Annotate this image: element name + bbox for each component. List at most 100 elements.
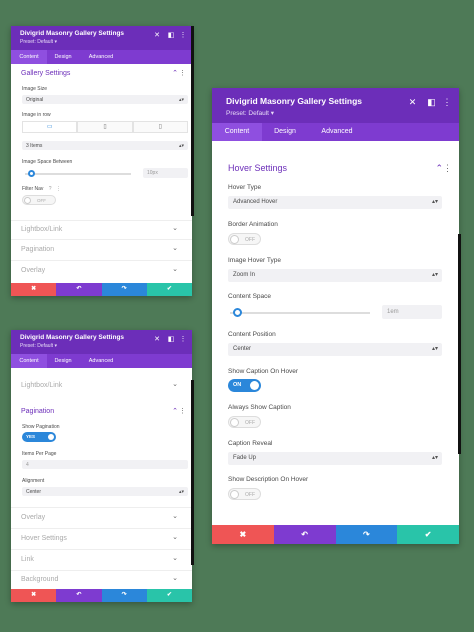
always-show-caption-label: Always Show Caption xyxy=(228,404,291,411)
phone-icon[interactable]: ▯ xyxy=(132,121,188,133)
hover-type-select[interactable]: Advanced Hover ▴▾ xyxy=(228,196,442,209)
vertical-dots-icon[interactable]: ⋮ xyxy=(179,407,186,415)
undo-button[interactable]: ↶ xyxy=(56,589,102,602)
redo-button[interactable]: ↷ xyxy=(335,525,398,544)
tab-design[interactable]: Design xyxy=(262,123,308,141)
space-slider-handle[interactable] xyxy=(28,170,35,177)
alignment-label: Alignment xyxy=(22,478,45,484)
select-arrow-icon: ▴▾ xyxy=(178,97,184,103)
show-description-label: Show Description On Hover xyxy=(228,476,309,483)
alignment-select[interactable]: Center ▴▾ xyxy=(22,487,188,496)
save-button[interactable]: ✔ xyxy=(146,283,192,296)
chevron-down-icon: ⌄ xyxy=(172,266,178,273)
settings-panel-hover: Divigrid Masonry Gallery Settings Preset… xyxy=(212,88,459,544)
redo-button[interactable]: ↷ xyxy=(101,589,147,602)
show-caption-label: Show Caption On Hover xyxy=(228,368,299,375)
content-position-label: Content Position xyxy=(228,331,276,338)
always-show-caption-toggle[interactable]: OFF xyxy=(228,416,261,428)
tab-advanced[interactable]: Advanced xyxy=(79,354,123,368)
section-background[interactable]: Background ⌄ xyxy=(11,570,192,589)
undo-button[interactable]: ↶ xyxy=(273,525,336,544)
section-title-gallery-settings[interactable]: Gallery Settings ⌃ ⋮ xyxy=(11,64,192,82)
tab-content[interactable]: Content xyxy=(11,50,47,64)
tab-advanced[interactable]: Advanced xyxy=(79,50,123,64)
section-lightbox-link[interactable]: Lightbox/Link ⌄ xyxy=(11,379,192,396)
show-pagination-toggle[interactable]: YES xyxy=(22,432,56,442)
space-slider-track[interactable] xyxy=(25,173,131,175)
content-space-slider-track[interactable] xyxy=(230,312,370,314)
preset-dropdown[interactable]: Preset: Default ▾ xyxy=(226,109,459,117)
section-title-hover-settings[interactable]: Hover Settings ⌃ ⋮ xyxy=(212,163,459,177)
section-overlay[interactable]: Overlay ⌄ xyxy=(11,507,192,528)
content-position-select[interactable]: Center ▴▾ xyxy=(228,343,442,356)
space-value-input[interactable]: 10px xyxy=(143,168,188,178)
split-view-icon[interactable]: ◧ xyxy=(164,335,178,343)
more-icon[interactable]: ⋮ xyxy=(441,97,453,108)
desktop-icon[interactable]: ▭ xyxy=(22,121,78,133)
preset-dropdown[interactable]: Preset: Default ▾ xyxy=(20,39,192,45)
tablet-icon[interactable]: ▯ xyxy=(77,121,133,133)
close-icon[interactable]: ✕ xyxy=(150,31,164,39)
panel-header: Divigrid Masonry Gallery Settings Preset… xyxy=(11,26,192,50)
cancel-button[interactable]: ✖ xyxy=(11,589,57,602)
chevron-up-icon[interactable]: ⌃ xyxy=(172,407,178,415)
image-size-select[interactable]: Original ▴▾ xyxy=(22,95,188,104)
select-arrow-icon: ▴▾ xyxy=(431,199,438,205)
items-per-page-input[interactable]: 4 xyxy=(22,460,188,469)
help-icon[interactable]: ? xyxy=(49,186,52,192)
chevron-down-icon: ⌄ xyxy=(172,555,178,562)
vertical-dots-icon[interactable]: ⋮ xyxy=(179,69,186,77)
undo-button[interactable]: ↶ xyxy=(56,283,102,296)
close-icon[interactable]: ✕ xyxy=(403,97,422,108)
content-space-input[interactable]: 1em xyxy=(382,305,442,319)
section-lightbox-link[interactable]: Lightbox/Link ⌄ xyxy=(11,220,192,239)
caption-reveal-label: Caption Reveal xyxy=(228,440,273,447)
border-animation-toggle[interactable]: OFF xyxy=(228,233,261,245)
panel-header: Divigrid Masonry Gallery Settings Preset… xyxy=(11,330,192,354)
more-icon[interactable]: ⋮ xyxy=(178,335,188,343)
split-view-icon[interactable]: ◧ xyxy=(422,97,441,108)
tab-design[interactable]: Design xyxy=(47,50,79,64)
section-title-pagination[interactable]: Pagination ⌃ ⋮ xyxy=(11,405,192,419)
content-space-label: Content Space xyxy=(228,293,272,300)
scrollbar[interactable] xyxy=(191,26,194,216)
section-link[interactable]: Link ⌄ xyxy=(11,549,192,570)
tab-design[interactable]: Design xyxy=(47,354,79,368)
cancel-button[interactable]: ✖ xyxy=(212,525,274,544)
preset-dropdown[interactable]: Preset: Default ▾ xyxy=(20,343,192,349)
chevron-down-icon: ⌄ xyxy=(172,225,178,232)
image-hover-type-select[interactable]: Zoom In ▴▾ xyxy=(228,269,442,282)
settings-panel-pagination: Divigrid Masonry Gallery Settings Preset… xyxy=(11,330,192,602)
save-button[interactable]: ✔ xyxy=(146,589,192,602)
chevron-up-icon[interactable]: ⌃ xyxy=(172,69,178,77)
tab-advanced[interactable]: Advanced xyxy=(308,123,366,141)
panel-footer: ✖ ↶ ↷ ✔ xyxy=(11,589,192,602)
caption-reveal-select[interactable]: Fade Up ▴▾ xyxy=(228,452,442,465)
section-pagination[interactable]: Pagination ⌄ xyxy=(11,239,192,260)
content-space-slider-handle[interactable] xyxy=(233,308,242,317)
items-per-page-label: Items Per Page xyxy=(22,451,57,457)
save-button[interactable]: ✔ xyxy=(397,525,459,544)
more-icon[interactable]: ⋮ xyxy=(178,31,188,39)
scrollbar[interactable] xyxy=(191,380,194,565)
device-selector: ▭ ▯ ▯ xyxy=(22,121,188,133)
show-caption-toggle[interactable]: ON xyxy=(228,379,261,392)
vertical-dots-icon[interactable]: ⋮ xyxy=(443,163,452,174)
tab-content[interactable]: Content xyxy=(212,123,262,141)
image-in-row-select[interactable]: 3 Items ▴▾ xyxy=(22,141,188,150)
section-overlay[interactable]: Overlay ⌄ xyxy=(11,260,192,282)
chevron-down-icon: ⌄ xyxy=(172,513,178,520)
vertical-dots-icon[interactable]: ⋮ xyxy=(56,186,61,192)
close-icon[interactable]: ✕ xyxy=(150,335,164,343)
redo-button[interactable]: ↷ xyxy=(101,283,147,296)
cancel-button[interactable]: ✖ xyxy=(11,283,57,296)
select-arrow-icon: ▴▾ xyxy=(431,272,438,278)
filter-nav-toggle[interactable]: OFF xyxy=(22,195,56,205)
image-hover-type-label: Image Hover Type xyxy=(228,257,281,264)
section-hover-settings[interactable]: Hover Settings ⌄ xyxy=(11,528,192,549)
split-view-icon[interactable]: ◧ xyxy=(164,31,178,39)
chevron-up-icon[interactable]: ⌃ xyxy=(435,163,443,174)
show-description-toggle[interactable]: OFF xyxy=(228,488,261,500)
tab-content[interactable]: Content xyxy=(11,354,47,368)
scrollbar[interactable] xyxy=(458,234,461,454)
